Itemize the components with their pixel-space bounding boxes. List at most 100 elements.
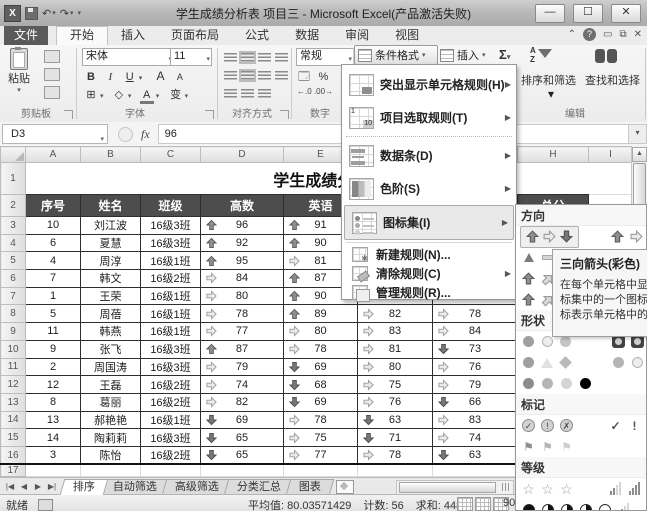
tab-6[interactable]: 视图: [382, 26, 432, 45]
class-cell[interactable]: 16级2班: [140, 392, 201, 412]
maximize-button[interactable]: ☐: [573, 4, 603, 23]
zoom-level[interactable]: 90: [503, 497, 515, 509]
first-sheet-icon[interactable]: |◀: [4, 482, 16, 491]
column-header-D[interactable]: D: [200, 146, 284, 163]
underline-button[interactable]: U: [123, 70, 137, 84]
name-cell[interactable]: 张飞: [80, 339, 141, 359]
score-cell[interactable]: 82: [200, 392, 284, 412]
class-cell[interactable]: 16级3班: [140, 339, 201, 359]
conditional-formatting-button[interactable]: 条件格式 ▾: [354, 45, 438, 65]
class-cell[interactable]: 16级1班: [140, 410, 201, 430]
score-cell[interactable]: 69: [283, 392, 358, 412]
star-icon[interactable]: ☆: [520, 481, 537, 497]
score-cell[interactable]: 77: [283, 445, 358, 465]
serial-cell[interactable]: 10: [25, 216, 81, 235]
score-cell[interactable]: 95: [200, 251, 284, 271]
name-cell[interactable]: 陈怡: [80, 445, 141, 465]
name-cell[interactable]: 夏慧: [80, 233, 141, 253]
score-cell[interactable]: 80: [200, 286, 284, 306]
row-header-1[interactable]: 1: [0, 162, 26, 195]
select-all-corner[interactable]: [0, 146, 26, 163]
align-top-icon[interactable]: [224, 53, 237, 62]
name-cell[interactable]: 周国涛: [80, 357, 141, 377]
cell[interactable]: [432, 463, 518, 477]
menu-item-6[interactable]: 清除规则(C) ▶: [342, 264, 516, 283]
score-cell[interactable]: 84: [200, 269, 284, 288]
score-cell[interactable]: 74: [432, 428, 518, 447]
last-sheet-icon[interactable]: ▶|: [46, 482, 58, 491]
score-cell[interactable]: 75: [283, 428, 358, 447]
serial-cell[interactable]: 2: [25, 357, 81, 377]
percent-button[interactable]: %: [316, 70, 330, 84]
column-header-H[interactable]: H: [517, 146, 589, 163]
cell[interactable]: [25, 463, 81, 477]
score-cell[interactable]: 81: [357, 339, 433, 359]
star-icon[interactable]: ☆: [558, 481, 575, 497]
menu-item-0[interactable]: 突出显示单元格规则(H) ▶: [342, 68, 516, 101]
score-cell[interactable]: 79: [200, 357, 284, 377]
serial-cell[interactable]: 6: [25, 233, 81, 253]
row-header-16[interactable]: 16: [0, 445, 26, 465]
minimize-button[interactable]: —: [535, 4, 565, 23]
pie-three-quarter-icon[interactable]: [539, 502, 556, 510]
tab-file[interactable]: 文件: [4, 26, 48, 45]
menu-item-7[interactable]: 管理规则(R)...: [342, 283, 516, 302]
horizontal-scroll-thumb[interactable]: [399, 482, 496, 493]
score-cell[interactable]: 76: [432, 357, 518, 377]
score-cell[interactable]: 74: [200, 375, 284, 394]
name-cell[interactable]: 葛丽: [80, 392, 141, 412]
flag-icon[interactable]: ⚑: [558, 439, 575, 455]
sheet-tab-1[interactable]: 自动筛选: [99, 478, 171, 495]
arrow-up-icon[interactable]: [520, 292, 537, 308]
insert-worksheet-icon[interactable]: [336, 479, 354, 494]
rating-bars-icon[interactable]: [626, 482, 643, 495]
row-header-5[interactable]: 5: [0, 251, 26, 271]
align-bottom-icon[interactable]: [258, 53, 271, 62]
class-cell[interactable]: 16级1班: [140, 286, 201, 306]
serial-cell[interactable]: 8: [25, 392, 81, 412]
font-color-button[interactable]: A: [139, 90, 154, 104]
increase-indent-icon[interactable]: [241, 89, 254, 98]
score-cell[interactable]: 84: [432, 322, 518, 341]
row-header-9[interactable]: 9: [0, 322, 26, 341]
score-cell[interactable]: 78: [357, 445, 433, 465]
accounting-format-button[interactable]: 🗔: [297, 70, 311, 84]
name-box[interactable]: D3 ▾: [2, 124, 108, 144]
column-header-I[interactable]: I: [588, 146, 633, 163]
phonetic-button[interactable]: 变: [169, 88, 183, 102]
tab-4[interactable]: 数据: [282, 26, 332, 45]
expand-formula-bar-button[interactable]: ▾: [628, 124, 647, 144]
score-cell[interactable]: 75: [357, 375, 433, 394]
sheet-tab-4[interactable]: 图表: [285, 478, 335, 495]
circle-icon[interactable]: [629, 355, 646, 371]
row-header-6[interactable]: 6: [0, 269, 26, 288]
icon-set-3-arrows-colored[interactable]: [520, 225, 579, 248]
autosum-button[interactable]: Σ▾: [499, 47, 510, 62]
sign-diamond-icon[interactable]: [557, 355, 574, 371]
format-painter-button[interactable]: [44, 86, 60, 99]
row-header-7[interactable]: 7: [0, 286, 26, 306]
score-cell[interactable]: 71: [357, 428, 433, 447]
minimize-ribbon-icon[interactable]: ⌃: [568, 29, 576, 40]
align-middle-icon[interactable]: [239, 51, 256, 64]
serial-cell[interactable]: 5: [25, 304, 81, 324]
italic-button[interactable]: I: [103, 70, 117, 84]
shrink-font-button[interactable]: A: [173, 70, 187, 84]
cross-circle-icon[interactable]: ✗: [558, 418, 575, 434]
rating-bars-icon[interactable]: [607, 482, 624, 495]
font-name-combo[interactable]: 宋体▾: [82, 48, 174, 66]
page-layout-view-button[interactable]: [475, 497, 491, 511]
serial-cell[interactable]: 12: [25, 375, 81, 394]
score-cell[interactable]: 65: [200, 428, 284, 447]
sheet-tab-0[interactable]: 排序: [59, 478, 109, 495]
menu-item-1[interactable]: 项目选取规则(T)▶: [342, 101, 516, 134]
serial-cell[interactable]: 11: [25, 322, 81, 341]
pie-half-icon[interactable]: [558, 502, 575, 510]
align-right-icon[interactable]: [258, 71, 271, 80]
bold-button[interactable]: B: [84, 70, 98, 84]
flag-icon[interactable]: ⚑: [520, 439, 537, 455]
font-dialog-launcher[interactable]: [205, 110, 214, 119]
score-cell[interactable]: 92: [200, 233, 284, 253]
row-header-13[interactable]: 13: [0, 392, 26, 412]
menu-item-4[interactable]: 图标集(I) ▶: [344, 205, 514, 240]
